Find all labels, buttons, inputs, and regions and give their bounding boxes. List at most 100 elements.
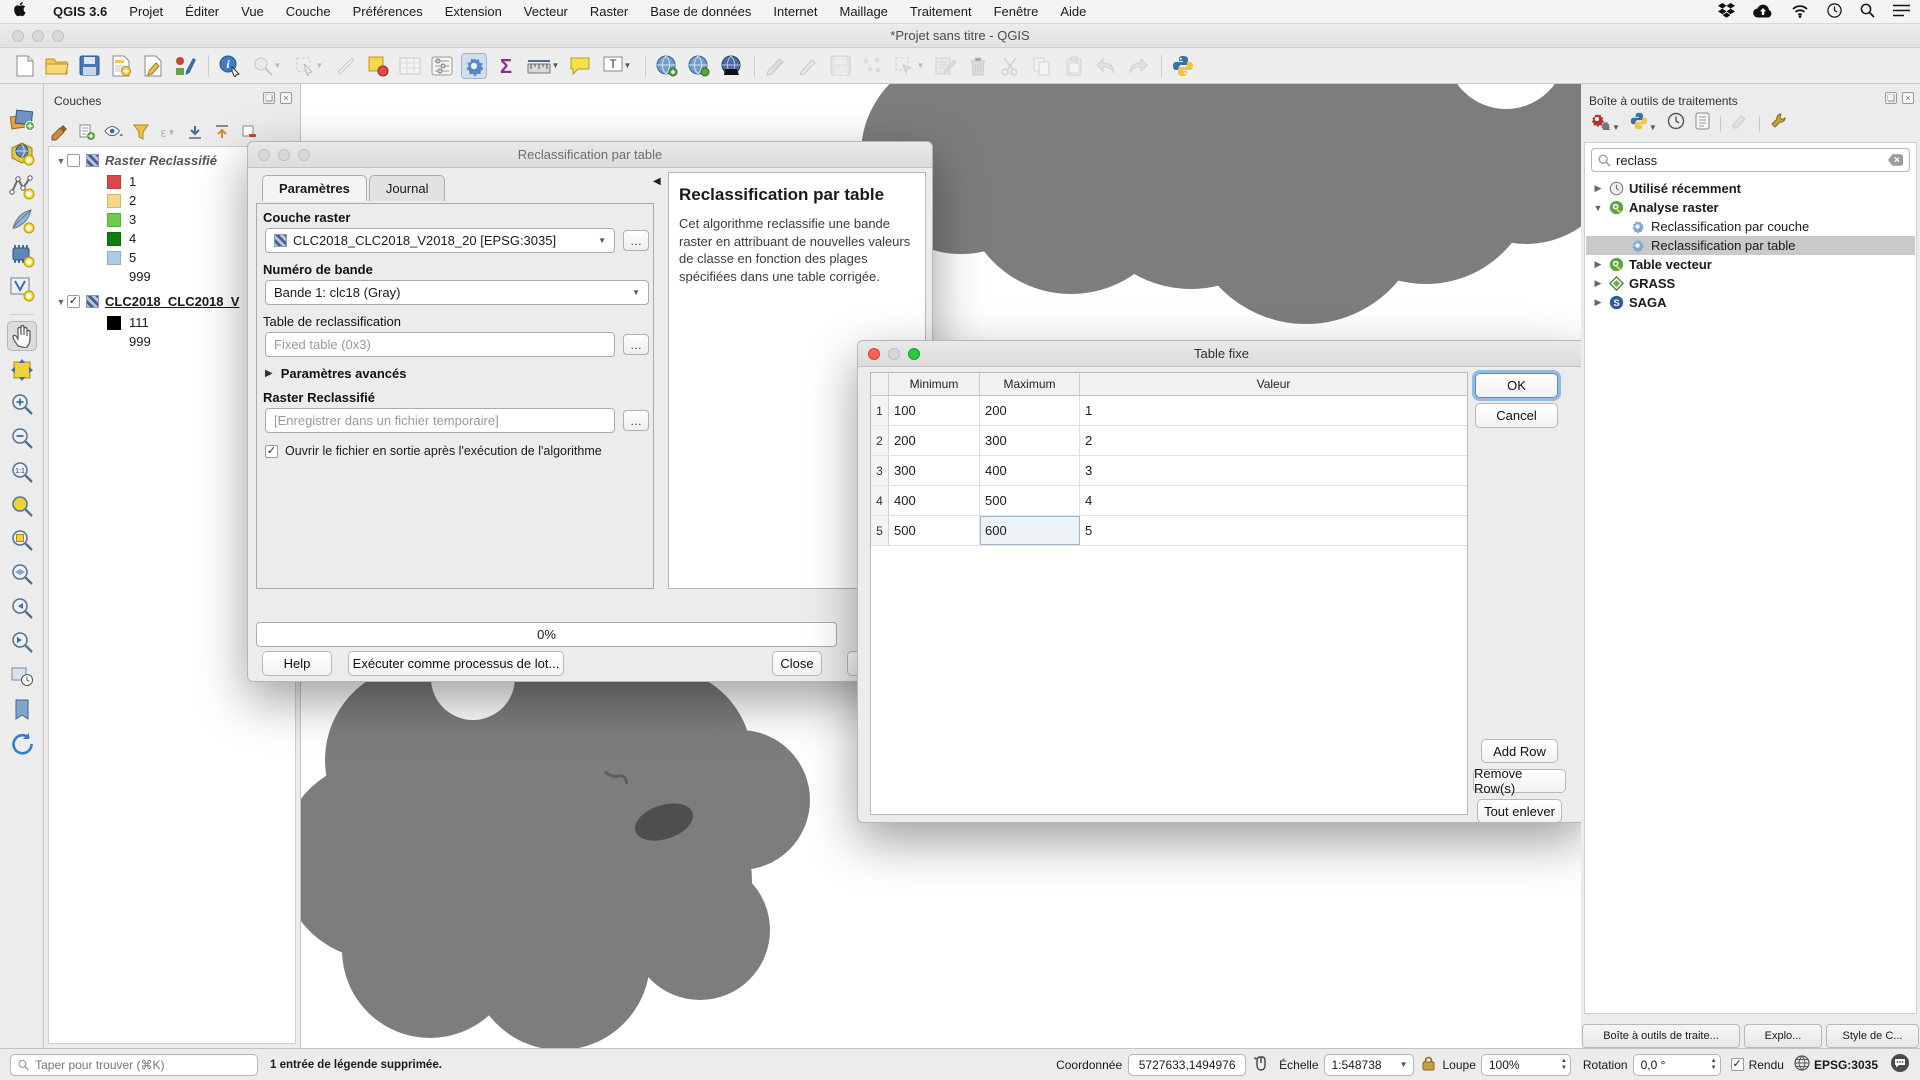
reclass-table-browse-button[interactable]: … [623, 334, 649, 355]
deselect-features-icon[interactable] [333, 53, 359, 79]
spotlight-search-icon[interactable] [1860, 3, 1875, 21]
zoom-full-icon[interactable] [7, 491, 37, 521]
menu-maillage[interactable]: Maillage [828, 4, 898, 19]
cell-max-selected[interactable]: 600 [980, 516, 1080, 545]
cell-val[interactable]: 5 [1080, 516, 1467, 545]
scale-combo[interactable]: 1:548738 ▼ [1323, 1053, 1414, 1076]
tab-journal[interactable]: Journal [368, 175, 446, 201]
menu-app-name[interactable]: QGIS 3.6 [42, 4, 118, 19]
cell-min[interactable]: 100 [889, 396, 980, 425]
add-row-button[interactable]: Add Row [1481, 739, 1558, 763]
map-annotation-icon[interactable] [365, 53, 391, 79]
cell-val[interactable]: 4 [1080, 486, 1467, 515]
locator-search[interactable] [10, 1053, 258, 1076]
notes-icon[interactable] [933, 53, 959, 79]
menu-extension[interactable]: Extension [434, 4, 513, 19]
dialog-titlebar[interactable]: Table fixe [858, 341, 1585, 367]
remove-layer-icon[interactable] [239, 122, 259, 142]
delete-selected-icon[interactable] [965, 53, 991, 79]
zoom-to-selection-icon[interactable] [7, 525, 37, 555]
menu-fenetre[interactable]: Fenêtre [983, 4, 1050, 19]
statistics-sigma-icon[interactable]: Σ [493, 53, 519, 79]
cell-min[interactable]: 200 [889, 426, 980, 455]
lock-scale-icon[interactable] [1422, 1056, 1435, 1074]
cell-max[interactable]: 200 [980, 396, 1080, 425]
col-valeur[interactable]: Valeur [1080, 373, 1467, 395]
layer-visibility-checkbox[interactable]: ✓ [67, 295, 80, 308]
dialog-zoom-button[interactable] [908, 348, 920, 360]
save-edits-icon[interactable] [827, 53, 853, 79]
dialog-close-button[interactable] [258, 149, 270, 161]
show-bookmarks-icon[interactable] [7, 695, 37, 725]
toggle-editing-icon[interactable] [795, 53, 821, 79]
cell-min[interactable]: 500 [889, 516, 980, 545]
table-row[interactable]: 1 100 200 1 [871, 396, 1467, 426]
menu-aide[interactable]: Aide [1049, 4, 1097, 19]
menu-raster[interactable]: Raster [579, 4, 639, 19]
layer-visibility-checkbox[interactable] [67, 154, 80, 167]
menu-vecteur[interactable]: Vecteur [513, 4, 579, 19]
band-combo[interactable]: Bande 1: clc18 (Gray) ▼ [265, 280, 649, 305]
cell-min[interactable]: 400 [889, 486, 980, 515]
cell-val[interactable]: 2 [1080, 426, 1467, 455]
tree-item-saga[interactable]: ▶ S SAGA [1586, 293, 1915, 312]
metasearch-new-icon[interactable] [654, 53, 680, 79]
coordinate-field[interactable]: 5727633,1494976 [1128, 1053, 1247, 1076]
new-db-layer-icon[interactable] [7, 240, 37, 270]
measure-icon[interactable]: ▼ [525, 53, 561, 79]
cell-max[interactable]: 400 [980, 456, 1080, 485]
new-spatialite-layer-icon[interactable] [7, 206, 37, 236]
menu-internet[interactable]: Internet [762, 4, 828, 19]
style-manager-icon[interactable] [172, 53, 198, 79]
output-browse-button[interactable]: … [623, 410, 649, 431]
clock-icon[interactable] [1827, 3, 1842, 21]
cloud-upload-icon[interactable] [1753, 4, 1773, 21]
options-wrench-icon[interactable] [1770, 112, 1788, 135]
menu-vue[interactable]: Vue [230, 4, 275, 19]
menu-base-de-donnees[interactable]: Base de données [639, 4, 762, 19]
layout-manager-icon[interactable] [140, 53, 166, 79]
tree-item-analyse-raster[interactable]: ▼ Analyse raster [1586, 198, 1915, 217]
toolbox-search[interactable]: reclass [1591, 148, 1910, 172]
cell-max[interactable]: 500 [980, 486, 1080, 515]
dialog-minimize-button[interactable] [888, 348, 900, 360]
reclass-table-input[interactable]: Fixed table (0x3) [265, 332, 615, 357]
remove-rows-button[interactable]: Remove Row(s) [1473, 766, 1566, 796]
map-tips-icon[interactable] [567, 53, 593, 79]
vertex-tool-icon[interactable] [859, 53, 885, 79]
current-edits-icon[interactable] [763, 53, 789, 79]
table-row[interactable]: 5 500 600 5 [871, 516, 1467, 546]
dialog-close-button[interactable] [868, 348, 880, 360]
tree-item-recent[interactable]: ▶ Utilisé récemment [1586, 179, 1915, 198]
temporal-controller-icon[interactable] [7, 661, 37, 691]
tree-item-table-vecteur[interactable]: ▶ Table vecteur [1586, 255, 1915, 274]
manage-map-themes-icon[interactable] [104, 122, 124, 142]
python-console-icon[interactable] [1170, 53, 1196, 79]
add-group-icon[interactable] [77, 122, 97, 142]
select-features-icon[interactable]: ▼ [291, 53, 327, 79]
rotation-spinner[interactable]: 0,0 ° ▲ ▼ [1632, 1053, 1721, 1076]
table-row[interactable]: 2 200 300 2 [871, 426, 1467, 456]
modify-attributes-icon[interactable]: ▼ [891, 53, 927, 79]
tab-style-de-couche[interactable]: Style de C... [1826, 1024, 1919, 1048]
undo-icon[interactable] [1093, 53, 1119, 79]
python-scripts-icon[interactable]: ▼ [1630, 112, 1657, 135]
cut-features-icon[interactable] [997, 53, 1023, 79]
tree-item-grass[interactable]: ▶ GRASS [1586, 274, 1915, 293]
new-geopackage-layer-icon[interactable] [7, 138, 37, 168]
tree-item-reclass-par-couche[interactable]: Reclassification par couche [1586, 217, 1915, 236]
save-project-icon[interactable] [76, 53, 102, 79]
results-viewer-icon[interactable] [1695, 112, 1710, 135]
new-shapefile-layer-icon[interactable] [7, 172, 37, 202]
cell-max[interactable]: 300 [980, 426, 1080, 455]
zoom-out-icon[interactable] [7, 423, 37, 453]
new-print-layout-icon[interactable] [108, 53, 134, 79]
collapse-description-icon[interactable]: ◀ [653, 176, 661, 187]
zoom-in-icon[interactable] [7, 389, 37, 419]
dropbox-icon[interactable] [1718, 3, 1735, 21]
metasearch-catalog-icon[interactable] [718, 53, 744, 79]
metasearch-edit-icon[interactable] [686, 53, 712, 79]
edit-features-inplace-icon[interactable] [1731, 113, 1749, 134]
expand-arrow-icon[interactable]: ▼ [55, 297, 67, 307]
new-project-icon[interactable] [12, 53, 38, 79]
